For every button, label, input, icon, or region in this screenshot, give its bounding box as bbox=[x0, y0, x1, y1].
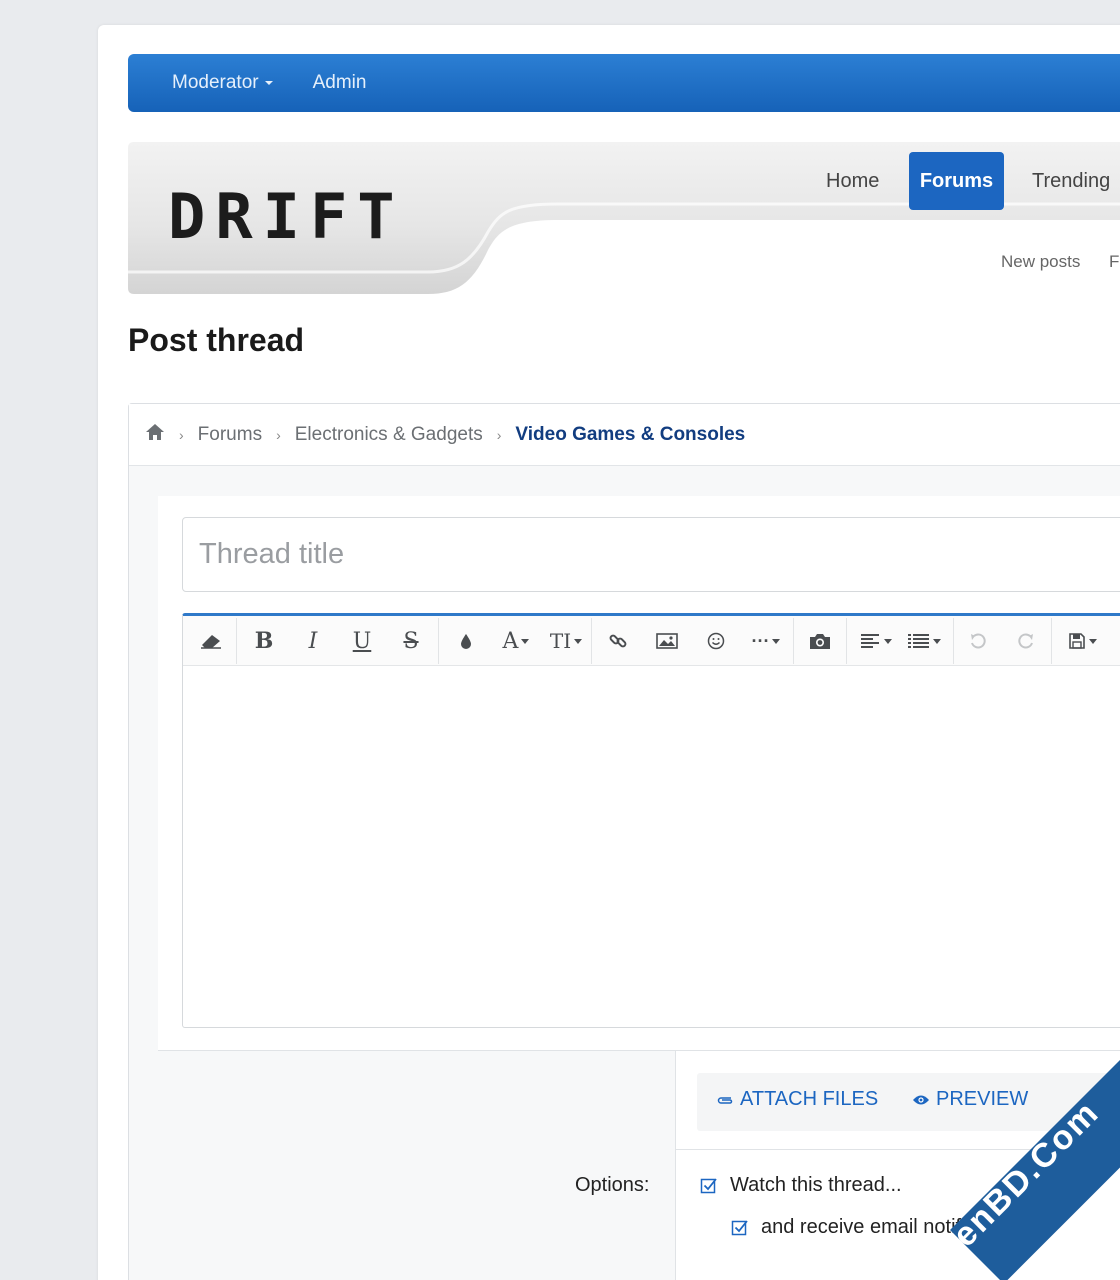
paperclip-icon bbox=[717, 1096, 733, 1104]
toolbar-divider bbox=[438, 618, 439, 664]
moderator-label: Moderator bbox=[172, 72, 259, 93]
breadcrumb-item-current[interactable]: Video Games & Consoles bbox=[515, 424, 745, 446]
subnav-new-posts[interactable]: New posts bbox=[1001, 252, 1080, 272]
drafts-icon[interactable] bbox=[1061, 624, 1103, 658]
link-icon[interactable] bbox=[603, 624, 633, 658]
underline-icon[interactable]: U bbox=[347, 624, 377, 658]
font-size-icon[interactable]: TI bbox=[545, 624, 587, 658]
breadcrumb-separator-icon: › bbox=[179, 426, 184, 443]
toolbar-divider bbox=[793, 618, 794, 664]
attach-files-label: ATTACH FILES bbox=[740, 1088, 879, 1110]
align-icon[interactable] bbox=[856, 624, 896, 658]
page-title: Post thread bbox=[128, 322, 305, 358]
editor-toolbar: B I U S A TI ··· bbox=[183, 616, 1120, 666]
checkbox-checked-icon bbox=[700, 1177, 717, 1193]
chevron-down-icon bbox=[264, 81, 273, 85]
breadcrumb: › Forums › Electronics & Gadgets › Video… bbox=[129, 404, 1120, 466]
checkbox-checked-icon bbox=[731, 1219, 748, 1235]
nav-tab-home[interactable]: Home bbox=[826, 152, 879, 210]
eraser-icon[interactable] bbox=[195, 624, 227, 658]
thread-title-placeholder: Thread title bbox=[199, 538, 345, 570]
toolbar-divider bbox=[1051, 618, 1052, 664]
undo-icon[interactable] bbox=[963, 624, 993, 658]
more-icon[interactable]: ··· bbox=[745, 624, 787, 658]
breadcrumb-item-forums[interactable]: Forums bbox=[198, 424, 262, 446]
subnav-next-item[interactable]: F bbox=[1109, 252, 1119, 272]
watermark: XenBD.Com bbox=[880, 1040, 1120, 1280]
strikethrough-icon[interactable]: S bbox=[396, 624, 426, 658]
moderator-menu[interactable]: Moderator bbox=[172, 72, 273, 94]
media-icon[interactable] bbox=[805, 624, 835, 658]
nav-tab-trending[interactable]: Trending bbox=[1032, 152, 1110, 210]
watch-thread-label: Watch this thread... bbox=[730, 1174, 902, 1196]
font-family-icon[interactable]: A bbox=[495, 624, 537, 658]
toolbar-divider bbox=[591, 618, 592, 664]
message-editor[interactable]: B I U S A TI ··· bbox=[182, 613, 1120, 1028]
staff-bar: Moderator Admin bbox=[128, 54, 1120, 112]
smilie-icon[interactable] bbox=[701, 624, 731, 658]
bold-icon[interactable]: B bbox=[249, 624, 279, 658]
breadcrumb-separator-icon: › bbox=[496, 426, 502, 443]
image-icon[interactable] bbox=[652, 624, 682, 658]
toolbar-divider bbox=[846, 618, 847, 664]
toolbar-divider bbox=[953, 618, 954, 664]
list-icon[interactable] bbox=[903, 624, 945, 658]
breadcrumb-item-electronics[interactable]: Electronics & Gadgets bbox=[295, 424, 483, 446]
attach-files-button[interactable]: ATTACH FILES bbox=[716, 1088, 878, 1111]
nav-tab-forums[interactable]: Forums bbox=[909, 152, 1004, 210]
italic-icon[interactable]: I bbox=[298, 624, 328, 658]
redo-icon[interactable] bbox=[1011, 624, 1041, 658]
home-icon[interactable] bbox=[145, 423, 165, 447]
site-logo[interactable]: DRIFT bbox=[168, 180, 405, 253]
breadcrumb-separator-icon: › bbox=[276, 426, 281, 443]
admin-link[interactable]: Admin bbox=[313, 72, 367, 94]
toolbar-divider bbox=[236, 618, 237, 664]
options-label: Options: bbox=[575, 1174, 650, 1196]
form-row-label-column bbox=[158, 1050, 675, 1280]
watch-thread-checkbox[interactable]: Watch this thread... bbox=[700, 1174, 902, 1197]
thread-title-input[interactable]: Thread title bbox=[182, 517, 1120, 592]
color-icon[interactable] bbox=[451, 624, 481, 658]
